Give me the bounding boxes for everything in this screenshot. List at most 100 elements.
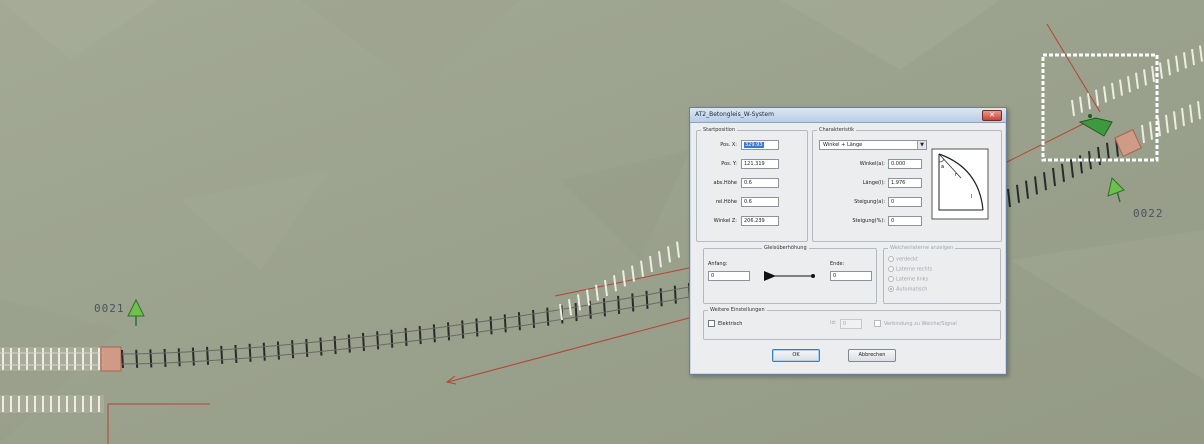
field-label-anfang: Anfang: <box>708 261 728 267</box>
group-charakteristik: Charakteristik Winkel + Länge ▼ Winkel(a… <box>812 127 1002 242</box>
track-properties-dialog: AT2_Betongleis_W-System ✕ Startposition … <box>689 107 1007 375</box>
wooden-sleeper <box>121 349 124 369</box>
chevron-down-icon[interactable]: ▼ <box>917 141 926 149</box>
wooden-sleeper <box>234 344 238 363</box>
laenge-input[interactable]: 1.976 <box>888 178 922 188</box>
wooden-sleeper <box>149 349 153 368</box>
radio-laterne-rechts[interactable]: Laterne rechts <box>888 266 932 274</box>
group-startposition: Startposition Pos. X: 329.93 Pos. Y: 121… <box>696 127 808 242</box>
wooden-sleeper <box>206 346 210 365</box>
wooden-sleeper <box>262 342 266 361</box>
checkbox-box <box>708 320 715 327</box>
track-layout-canvas[interactable] <box>0 0 1204 444</box>
elektrisch-checkbox[interactable]: Elektrisch <box>708 320 742 328</box>
signal-label-0021: 0021 <box>94 302 125 315</box>
wooden-sleeper <box>220 345 224 364</box>
wooden-sleeper <box>319 337 323 356</box>
dialog-title: AT2_Betongleis_W-System <box>695 111 774 118</box>
radio-label: Laterne links <box>896 276 929 283</box>
radio-automatisch[interactable]: Automatisch <box>888 286 927 294</box>
wooden-sleeper <box>248 343 252 362</box>
field-label-abs-hoehe: abs.Höhe <box>713 180 738 186</box>
pos-x-input[interactable]: 329.93 <box>741 140 779 150</box>
superelevation-icon <box>764 271 815 281</box>
id-label: Id: <box>830 320 837 326</box>
winkel-z-input[interactable]: 206.239 <box>741 216 779 226</box>
signal-label-0022: 0022 <box>1133 207 1164 220</box>
wooden-sleeper <box>347 334 351 353</box>
ende-input[interactable]: 0 <box>830 271 872 281</box>
characteristic-mode-value: Winkel + Länge <box>823 142 863 148</box>
wooden-sleeper <box>673 285 677 304</box>
wooden-sleeper <box>659 288 663 307</box>
wooden-sleeper <box>588 300 592 319</box>
verbindung-label: Verbindung zu Weiche/Signal <box>884 321 957 327</box>
radio-verdeckt[interactable]: verdeckt <box>888 256 918 264</box>
cancel-button[interactable]: Abbrechen <box>848 349 896 362</box>
field-label-winkel-z: Winkel Z: <box>713 218 737 224</box>
elektrisch-label: Elektrisch <box>718 321 743 327</box>
wooden-sleeper <box>191 347 195 366</box>
wooden-sleeper <box>489 316 493 335</box>
wooden-sleeper <box>432 324 436 343</box>
wooden-sleeper <box>602 298 606 317</box>
verbindung-checkbox[interactable]: Verbindung zu Weiche/Signal <box>874 320 957 328</box>
steigung-a-input[interactable]: 0 <box>888 197 922 207</box>
wooden-sleeper <box>163 348 167 367</box>
group-weitere-einstellungen: Weitere Einstellungen Elektrisch Id: 0 V… <box>703 307 1001 340</box>
wooden-sleeper <box>333 335 337 355</box>
field-label-steigung-pct: Steigung(%): <box>852 218 885 224</box>
curve-diagram: a r l <box>931 148 989 220</box>
radio-label: Automatisch <box>896 286 928 293</box>
diagram-length-label: l <box>971 194 972 200</box>
wooden-sleeper <box>447 322 451 341</box>
concrete-track-left <box>0 347 104 371</box>
id-input[interactable]: 0 <box>840 319 862 329</box>
checkbox-box <box>874 320 881 327</box>
anfang-input[interactable]: 0 <box>708 271 750 281</box>
wooden-sleeper <box>517 312 521 331</box>
radio-dot <box>888 256 894 262</box>
winkel-a-input[interactable]: 0.000 <box>888 159 922 169</box>
wooden-sleeper <box>376 331 380 350</box>
radio-label: Laterne rechts <box>896 266 933 273</box>
superelevation-dot <box>811 274 815 278</box>
group-caption-weichenlaterne: Weichenlaterne anzeigen <box>888 245 956 252</box>
field-label-ende: Ende: <box>830 261 845 267</box>
wooden-sleeper <box>532 309 536 329</box>
wooden-sleeper <box>291 340 295 359</box>
wooden-sleeper <box>546 307 550 326</box>
wooden-sleeper <box>617 295 621 314</box>
wooden-sleeper <box>461 320 465 339</box>
wooden-sleeper <box>404 327 408 346</box>
close-icon[interactable]: ✕ <box>982 110 1002 121</box>
wooden-sleeper <box>631 293 635 312</box>
characteristic-mode-select[interactable]: Winkel + Länge ▼ <box>819 140 927 150</box>
rel-hoehe-input[interactable]: 0.6 <box>741 197 779 207</box>
radio-dot-selected <box>888 286 894 292</box>
group-caption-gleisueberhoehung: Gleisüberhöhung <box>762 245 809 252</box>
track-joint-marker <box>100 346 122 372</box>
wooden-sleeper <box>177 348 181 367</box>
pos-x-value: 329.93 <box>744 142 764 148</box>
wooden-sleeper <box>135 349 139 368</box>
wooden-sleeper <box>475 318 479 337</box>
group-caption-charakteristik: Charakteristik <box>817 127 857 134</box>
field-label-steigung-a: Steigung(a): <box>854 199 885 205</box>
concrete-track-lower <box>0 395 104 413</box>
diagram-angle-label: a <box>941 164 944 170</box>
signal-pivot-icon <box>1088 114 1092 118</box>
field-label-pos-x: Pos. X: <box>720 142 737 148</box>
radio-laterne-links[interactable]: Laterne links <box>888 276 928 284</box>
ok-button[interactable]: OK <box>772 349 820 362</box>
abs-hoehe-input[interactable]: 0.6 <box>741 178 779 188</box>
field-label-rel-hoehe: rel.Höhe <box>715 199 737 205</box>
group-caption-startposition: Startposition <box>701 127 738 134</box>
radio-dot <box>888 266 894 272</box>
steigung-pct-input[interactable]: 0 <box>888 216 922 226</box>
dialog-titlebar[interactable]: AT2_Betongleis_W-System ✕ <box>690 108 1006 123</box>
wooden-sleeper <box>390 329 394 348</box>
field-label-pos-y: Pos. Y: <box>721 161 737 167</box>
field-label-laenge: Länge(l): <box>862 180 885 186</box>
pos-y-input[interactable]: 121.319 <box>741 159 779 169</box>
